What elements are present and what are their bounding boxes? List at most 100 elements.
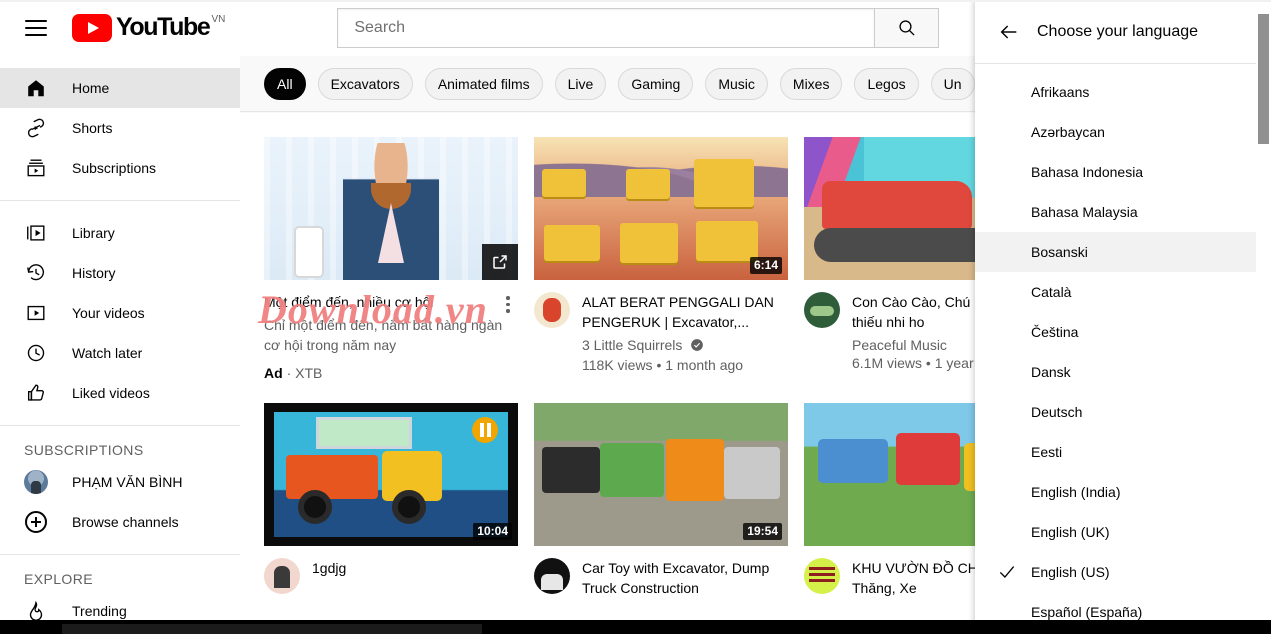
language-option-bahasa-indonesia[interactable]: Bahasa Indonesia: [975, 152, 1271, 192]
search-input[interactable]: [354, 19, 875, 37]
sidebar: Home Shorts Subscriptions Library Histor…: [0, 56, 240, 634]
video-duration: 19:54: [743, 522, 782, 540]
chip-live[interactable]: Live: [554, 67, 607, 100]
subscriptions-icon: [24, 156, 48, 180]
language-panel-header: Choose your language: [975, 0, 1271, 64]
sidebar-item-your-videos-label: Your videos: [72, 305, 145, 321]
country-code-label: VN: [211, 14, 226, 25]
sidebar-item-shorts-label: Shorts: [72, 120, 113, 136]
sidebar-item-browse-channels[interactable]: Browse channels: [0, 502, 240, 542]
video-thumbnail[interactable]: 10:04: [264, 402, 518, 546]
sidebar-item-channel-pham-van-binh[interactable]: PHẠM VĂN BÌNH: [0, 462, 240, 502]
language-option-azerbaycan[interactable]: Azərbaycan: [975, 112, 1271, 152]
sidebar-item-history-label: History: [72, 265, 116, 281]
taskbar-left-region: [62, 624, 482, 634]
language-option-label: Español (España): [1031, 604, 1143, 620]
sidebar-item-liked-videos-label: Liked videos: [72, 385, 150, 401]
sidebar-item-trending-label: Trending: [72, 603, 127, 619]
search-input-container[interactable]: [337, 8, 875, 48]
sidebar-explore-header: EXPLORE: [24, 571, 93, 587]
chip-mixes[interactable]: Mixes: [779, 67, 843, 100]
clock-icon: [24, 341, 48, 365]
youtube-logo-text: YouTube: [116, 13, 211, 41]
video-title[interactable]: ALAT BERAT PENGGALI DAN PENGERUK | Excav…: [582, 292, 788, 332]
chip-gaming[interactable]: Gaming: [618, 67, 694, 100]
back-arrow-icon[interactable]: [989, 12, 1029, 52]
video-thumbnail[interactable]: 6:14: [534, 137, 788, 280]
sidebar-item-subscriptions[interactable]: Subscriptions: [0, 148, 240, 188]
channel-avatar[interactable]: [534, 557, 570, 594]
verified-badge-icon: [690, 338, 704, 356]
chip-legos[interactable]: Legos: [854, 67, 919, 100]
language-option-label: Deutsch: [1031, 404, 1083, 420]
ad-title[interactable]: Một điểm đến, nhiều cơ hội: [264, 292, 434, 312]
window-top-edge: [0, 0, 1271, 2]
channel-avatar[interactable]: [804, 292, 840, 328]
language-option-cestina[interactable]: Čeština: [975, 312, 1271, 352]
language-option-label: Dansk: [1031, 364, 1071, 380]
more-options-icon[interactable]: [498, 292, 518, 313]
sidebar-item-shorts[interactable]: Shorts: [0, 108, 240, 148]
chip-music[interactable]: Music: [705, 67, 768, 100]
external-link-icon[interactable]: [482, 244, 518, 280]
language-option-label: English (India): [1031, 484, 1121, 500]
language-option-label: Bosanski: [1031, 244, 1088, 260]
chip-all[interactable]: All: [264, 67, 306, 100]
language-option-bahasa-malaysia[interactable]: Bahasa Malaysia: [975, 192, 1271, 232]
plus-circle-icon: [24, 510, 48, 534]
sidebar-item-home[interactable]: Home: [0, 68, 240, 108]
sidebar-subscriptions-header: SUBSCRIPTIONS: [24, 442, 144, 458]
language-option-label: Čeština: [1031, 324, 1079, 340]
language-list[interactable]: Afrikaans Azərbaycan Bahasa Indonesia Ba…: [975, 64, 1271, 634]
sidebar-item-history[interactable]: History: [0, 253, 240, 293]
language-option-dansk[interactable]: Dansk: [975, 352, 1271, 392]
sidebar-item-home-label: Home: [72, 80, 110, 96]
chip-excavators[interactable]: Excavators: [317, 67, 413, 100]
search-icon: [899, 20, 915, 36]
channel-avatar: [24, 470, 48, 494]
video-thumbnail[interactable]: [264, 137, 518, 280]
language-option-bosanski[interactable]: Bosanski: [975, 232, 1271, 272]
video-title[interactable]: 1gdjg: [312, 558, 518, 578]
youtube-logo[interactable]: YouTube VN: [72, 14, 225, 42]
channel-name[interactable]: 3 Little Squirrels: [582, 337, 682, 353]
channel-avatar[interactable]: [804, 557, 840, 594]
sidebar-channel-label: PHẠM VĂN BÌNH: [72, 474, 183, 490]
os-taskbar: [0, 620, 1271, 634]
language-option-label: Bahasa Malaysia: [1031, 204, 1138, 220]
video-stats: 118K views • 1 month ago: [582, 357, 744, 373]
sidebar-item-library[interactable]: Library: [0, 213, 240, 253]
video-card-ad[interactable]: Một điểm đến, nhiều cơ hội Chỉ một điểm …: [264, 137, 518, 381]
language-option-english-uk[interactable]: English (UK): [975, 512, 1271, 552]
language-option-label: Eesti: [1031, 444, 1063, 460]
video-card-car-toy[interactable]: 19:54 Car Toy with Excavator, Dump Truck…: [534, 402, 788, 598]
video-thumbnail[interactable]: 19:54: [534, 402, 788, 546]
video-card-1gdjg[interactable]: 10:04 1gdjg: [264, 402, 518, 598]
hamburger-icon[interactable]: [16, 8, 56, 48]
sidebar-item-watch-later-label: Watch later: [72, 345, 143, 361]
chip-animated-films[interactable]: Animated films: [424, 67, 543, 100]
video-card-excavator[interactable]: 6:14 ALAT BERAT PENGGALI DAN PENGERUK | …: [534, 137, 788, 381]
channel-avatar[interactable]: [534, 292, 570, 328]
sidebar-primary-section: Home Shorts Subscriptions: [0, 56, 240, 200]
ad-badge: Ad · XTB: [264, 365, 518, 381]
video-title[interactable]: Car Toy with Excavator, Dump Truck Const…: [582, 558, 788, 598]
video-duration: 6:14: [749, 257, 782, 274]
chip-un-truncated[interactable]: Un: [930, 67, 975, 100]
sidebar-item-liked-videos[interactable]: Liked videos: [0, 373, 240, 413]
sidebar-item-your-videos[interactable]: Your videos: [0, 293, 240, 333]
language-option-english-india[interactable]: English (India): [975, 472, 1271, 512]
search-button[interactable]: [874, 8, 940, 48]
channel-avatar[interactable]: [264, 557, 300, 594]
language-option-catala[interactable]: Català: [975, 272, 1271, 312]
language-option-eesti[interactable]: Eesti: [975, 432, 1271, 472]
language-option-english-us[interactable]: English (US): [975, 552, 1271, 592]
language-option-label: Bahasa Indonesia: [1031, 164, 1144, 180]
history-icon: [24, 261, 48, 285]
language-option-deutsch[interactable]: Deutsch: [975, 392, 1271, 432]
library-icon: [24, 221, 48, 245]
language-option-label: Azərbaycan: [1031, 124, 1105, 140]
page-scrollbar-thumb[interactable]: [1258, 14, 1269, 144]
sidebar-item-watch-later[interactable]: Watch later: [0, 333, 240, 373]
language-option-afrikaans[interactable]: Afrikaans: [975, 72, 1271, 112]
